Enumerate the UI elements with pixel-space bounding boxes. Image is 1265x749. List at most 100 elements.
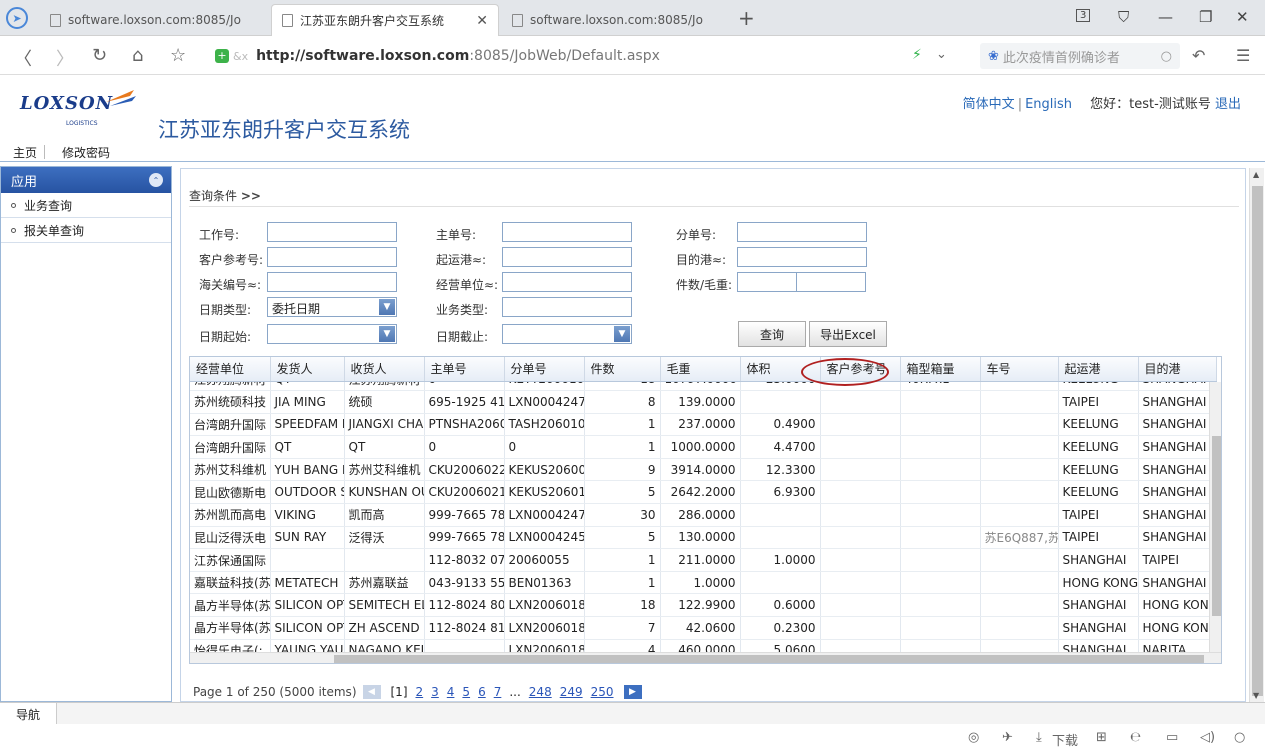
column-header[interactable]: 分单号 xyxy=(504,357,585,382)
export-excel-button[interactable]: 导出Excel xyxy=(809,321,887,347)
master-bill-input[interactable] xyxy=(502,222,632,242)
column-header[interactable]: 车号 xyxy=(980,357,1059,382)
dropdown-arrow-icon[interactable]: ▼ xyxy=(379,326,395,342)
minimize-icon[interactable]: — xyxy=(1158,8,1173,26)
search-input[interactable]: ❀ 此次疫情首例确诊者 ○ xyxy=(980,43,1180,69)
house-bill-input[interactable] xyxy=(737,222,867,242)
page-link[interactable]: 4 xyxy=(447,685,455,699)
page-link[interactable]: 3 xyxy=(431,685,439,699)
cust-ref-input[interactable] xyxy=(267,247,397,267)
sidebar-item-customs-query[interactable]: 报关单查询 xyxy=(1,218,171,243)
menu-home[interactable]: 主页 xyxy=(13,144,37,161)
lang-en-link[interactable]: English xyxy=(1025,97,1072,112)
nav-tab[interactable]: 导航 xyxy=(0,703,58,725)
table-row[interactable]: 昆山泛得沃电SUN RAY泛得沃999-7665 789LXN000424525… xyxy=(190,526,1217,550)
scroll-down-icon[interactable]: ▼ xyxy=(1253,691,1259,700)
menu-change-password[interactable]: 修改密码 xyxy=(62,144,110,161)
date-type-select[interactable]: 委托日期 ▼ xyxy=(267,297,397,317)
home-icon[interactable]: ⌂ xyxy=(132,45,143,66)
download-icon[interactable]: ⤓ xyxy=(1036,730,1042,745)
back-icon[interactable]: 〈 xyxy=(14,45,32,71)
prev-page-icon[interactable]: ◀ xyxy=(362,685,381,699)
browser-home-icon[interactable]: ➤ xyxy=(6,7,28,29)
window-icon[interactable]: ▭ xyxy=(1166,730,1178,745)
sidebar-item-business-query[interactable]: 业务查询 xyxy=(1,193,171,218)
menu-icon[interactable]: ☰ xyxy=(1236,46,1250,65)
sound-icon[interactable]: ◁) xyxy=(1200,730,1215,745)
table-row[interactable]: 台湾朗升国际 QT QT 0 0 1 1000.0000 4.4700 KEELUNG SHANG… xyxy=(190,435,1217,459)
biz-type-input[interactable] xyxy=(502,297,632,317)
expand-arrow-icon[interactable]: >> xyxy=(241,189,261,203)
customs-no-input[interactable] xyxy=(267,272,397,292)
page-link[interactable]: 7 xyxy=(494,685,502,699)
page-link[interactable]: 249 xyxy=(560,685,583,699)
table-row[interactable]: 苏州艾科维机YUH BANG IN苏州艾科维机CKU2006022KEKUS20… xyxy=(190,458,1217,482)
new-tab-icon[interactable]: + xyxy=(738,6,755,30)
browser-tab-3[interactable]: software.loxson.com:8085/Jo xyxy=(502,4,730,36)
search-icon[interactable]: ○ xyxy=(1161,49,1172,64)
column-header[interactable]: 件数 xyxy=(584,357,661,382)
pod-input[interactable] xyxy=(737,247,867,267)
scroll-thumb[interactable] xyxy=(1212,436,1221,616)
logout-link[interactable]: 退出 xyxy=(1215,97,1241,112)
pol-input[interactable] xyxy=(502,247,632,267)
dropdown-arrow-icon[interactable]: ▼ xyxy=(379,299,395,315)
scroll-up-icon[interactable]: ▲ xyxy=(1253,170,1259,179)
date-to-picker[interactable]: ▼ xyxy=(502,324,632,344)
forward-icon[interactable]: 〉 xyxy=(56,45,74,71)
table-row[interactable]: 晶方半导体(苏SILICON OPTIZH ASCEND (I112-8024 … xyxy=(190,616,1217,640)
browser-tab-1[interactable]: software.loxson.com:8085/Jo xyxy=(40,4,268,36)
table-row[interactable]: 苏州凯而高电VIKING凯而高999-7665 789LXN0004247030… xyxy=(190,503,1217,527)
rocket-icon[interactable]: ✈ xyxy=(1002,730,1013,745)
table-row[interactable]: 台湾朗升国际SPEEDFAM INJIANGXI CHAIPTNSHA20600… xyxy=(190,413,1217,437)
restore-icon[interactable]: ❐ xyxy=(1199,8,1212,26)
scroll-thumb[interactable] xyxy=(1252,186,1263,696)
dropdown-arrow-icon[interactable]: ▼ xyxy=(614,326,630,342)
column-header[interactable]: 目的港 xyxy=(1138,357,1217,382)
column-header[interactable]: 起运港 xyxy=(1058,357,1139,382)
column-header[interactable]: 发货人 xyxy=(270,357,345,382)
table-row[interactable]: 江苏保通国际 112-8032 074200600551211.00001.000… xyxy=(190,548,1217,572)
column-header[interactable]: 主单号 xyxy=(424,357,505,382)
date-from-picker[interactable]: ▼ xyxy=(267,324,397,344)
circle-icon[interactable]: ◎ xyxy=(968,730,979,745)
table-row[interactable]: 嘉联益科技(苏METATECH苏州嘉联益043-9133 556BEN01363… xyxy=(190,571,1217,595)
tab-count-badge[interactable]: 3 xyxy=(1076,9,1091,22)
download-label[interactable]: 下载 xyxy=(1052,730,1078,749)
page-link[interactable]: 5 xyxy=(462,685,470,699)
pcs-input[interactable] xyxy=(737,272,797,292)
column-header[interactable]: 经营单位 xyxy=(190,357,271,382)
browser-tab-2[interactable]: 江苏亚东朗升客户交互系统 ✕ xyxy=(271,4,499,36)
reload-icon[interactable]: ↻ xyxy=(92,45,107,66)
collapse-icon[interactable]: ⌃ xyxy=(149,173,163,187)
page-link[interactable]: 2 xyxy=(416,685,424,699)
page-vertical-scrollbar[interactable]: ▲ ▼ xyxy=(1249,168,1264,702)
search-button[interactable]: 查询 xyxy=(738,321,806,347)
undo-icon[interactable]: ↶ xyxy=(1192,46,1205,65)
table-row[interactable]: 苏州统硕科技JIA MING统硕695-1925 415LXN000424738… xyxy=(190,390,1217,414)
bookmark-star-icon[interactable]: ☆ xyxy=(170,45,186,66)
grid-horizontal-scrollbar[interactable] xyxy=(190,652,1221,663)
extension-icon[interactable]: ⊞ xyxy=(1096,730,1107,745)
grid-vertical-scrollbar[interactable] xyxy=(1209,382,1221,652)
ie-icon[interactable]: ℮ xyxy=(1130,730,1141,745)
column-header[interactable]: 箱型箱量 xyxy=(900,357,981,382)
page-link[interactable]: 6 xyxy=(478,685,486,699)
shirt-icon[interactable]: ⛉ xyxy=(1118,8,1129,26)
table-row[interactable]: 江苏翔腾新材QT江苏翔腾新材0KETT20061051810797.000025… xyxy=(190,382,1217,392)
table-row[interactable]: 昆山欧德斯电OUTDOOR SCKUNSHAN OUCKU2006021KEKU… xyxy=(190,480,1217,505)
next-page-icon[interactable]: ▶ xyxy=(623,685,642,699)
table-row[interactable]: 怡得乐电子(:YAUNG YAUNNAGANO KEIKLXN200601854… xyxy=(190,639,1217,652)
scroll-thumb[interactable] xyxy=(334,655,1204,663)
chevron-down-icon[interactable]: ⌄ xyxy=(936,47,947,62)
pager-ellipsis[interactable]: ... xyxy=(509,685,520,699)
column-header[interactable]: 收货人 xyxy=(344,357,425,382)
operator-input[interactable] xyxy=(502,272,632,292)
lightning-icon[interactable]: ⚡ xyxy=(912,47,922,63)
weight-input[interactable] xyxy=(796,272,866,292)
address-bar[interactable]: + &x http://software.loxson.com :8085/Jo… xyxy=(215,43,965,69)
page-link[interactable]: 248 xyxy=(529,685,552,699)
close-window-icon[interactable]: ✕ xyxy=(1236,8,1249,26)
page-link[interactable]: 250 xyxy=(591,685,614,699)
table-row[interactable]: 晶方半导体(苏SILICON OPTISEMITECH EL112-8024 8… xyxy=(190,593,1217,618)
